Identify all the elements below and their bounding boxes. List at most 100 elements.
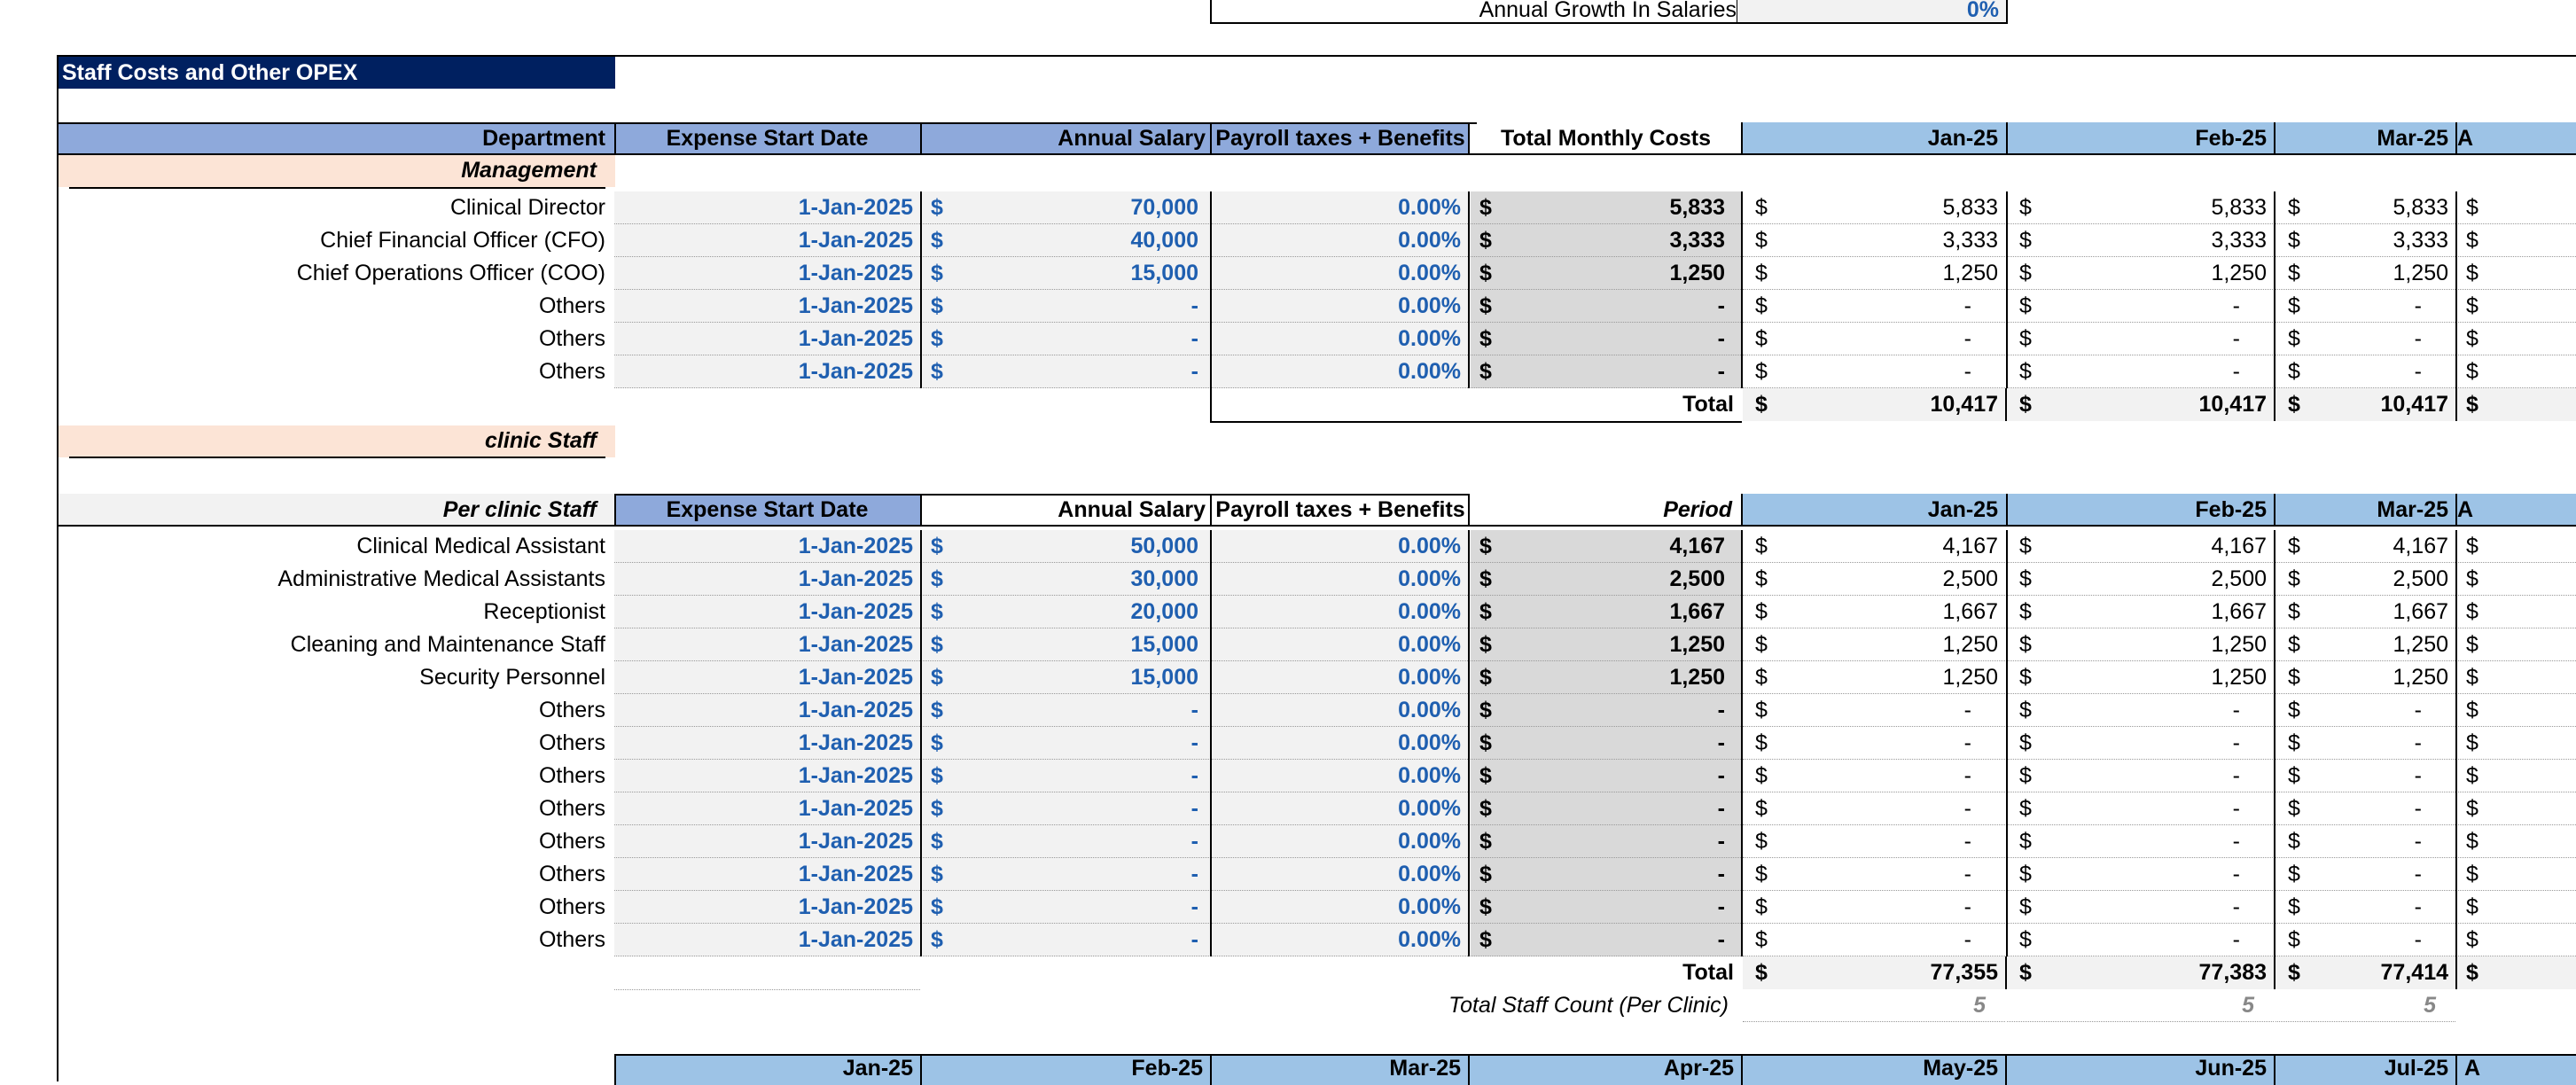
gridline [2455,530,2457,956]
dotted-gridline [1743,1021,2005,1022]
clinic-row-name: Others [538,862,605,886]
clinic-header-payroll-taxes: Payroll taxes + Benefits [1215,497,1465,522]
management-row-annual-salary[interactable]: 70,000 [922,191,1198,224]
management-row-payroll-pct[interactable]: 0.00% [1213,355,1461,388]
clinic-row-payroll-pct[interactable]: 0.00% [1213,727,1461,760]
clinic-row-annual-salary[interactable]: 30,000 [922,563,1198,596]
clinic-row-month-value: - [1963,763,1971,788]
clinic-row-start-date[interactable]: 1-Jan-2025 [614,792,913,825]
clinic-row-payroll-pct[interactable]: 0.00% [1213,858,1461,891]
staff-count-value: 5 [1973,993,1986,1018]
gridline [1210,494,1212,527]
clinic-row-monthly-cost: - [1717,730,1725,755]
bottom-month-header: Jan-25 [842,1056,913,1081]
clinic-row-start-date[interactable]: 1-Jan-2025 [614,530,913,563]
clinic-row-annual-salary[interactable]: - [922,825,1198,858]
clinic-row-payroll-pct[interactable]: 0.00% [1213,661,1461,694]
clinic-row-start-date[interactable]: 1-Jan-2025 [614,661,913,694]
clinic-row-start-date[interactable]: 1-Jan-2025 [614,825,913,858]
growth-value[interactable]: 0% [1737,0,1999,27]
currency-symbol: $ [2466,326,2478,351]
clinic-row-start-date[interactable]: 1-Jan-2025 [614,924,913,956]
clinic-row-payroll-pct[interactable]: 0.00% [1213,530,1461,563]
clinic-row-payroll-pct[interactable]: 0.00% [1213,825,1461,858]
clinic-row-payroll-pct[interactable]: 0.00% [1213,792,1461,825]
clinic-row-start-date[interactable]: 1-Jan-2025 [614,891,913,924]
clinic-row-annual-salary[interactable]: 15,000 [922,628,1198,661]
gridline [1741,191,1743,388]
bottom-month-header: May-25 [1923,1056,1998,1081]
clinic-row-annual-salary[interactable]: - [922,891,1198,924]
management-row-start-date[interactable]: 1-Jan-2025 [614,290,913,323]
clinic-row-start-date[interactable]: 1-Jan-2025 [614,760,913,792]
clinic-row-annual-salary[interactable]: - [922,858,1198,891]
clinic-row-month-value: 1,250 [2393,632,2448,657]
clinic-row-start-date[interactable]: 1-Jan-2025 [614,694,913,727]
clinic-row-name: Others [538,829,605,854]
staff-count-label: Total Staff Count (Per Clinic) [1448,993,1729,1018]
management-row-month-value: - [2232,359,2240,384]
management-row-start-date[interactable]: 1-Jan-2025 [614,257,913,290]
currency-symbol: $ [2466,293,2478,318]
gridline [1468,530,1470,956]
clinic-row-start-date[interactable]: 1-Jan-2025 [614,628,913,661]
clinic-row-monthly-cost: 1,250 [1669,665,1725,690]
clinic-row-start-date[interactable]: 1-Jan-2025 [614,563,913,596]
month-header-feb-25: Feb-25 [2195,126,2267,151]
management-row-annual-salary[interactable]: 40,000 [922,224,1198,257]
management-row-payroll-pct[interactable]: 0.00% [1213,191,1461,224]
management-row-start-date[interactable]: 1-Jan-2025 [614,323,913,355]
clinic-row-payroll-pct[interactable]: 0.00% [1213,760,1461,792]
clinic-row-month-value: - [2232,730,2240,755]
clinic-row-monthly-cost: 2,500 [1669,566,1725,591]
management-row-annual-salary[interactable]: 15,000 [922,257,1198,290]
growth-label: Annual Growth In Salaries [1479,0,1737,22]
clinic-row-start-date[interactable]: 1-Jan-2025 [614,858,913,891]
clinic-row-payroll-pct[interactable]: 0.00% [1213,596,1461,628]
clinic-row-annual-salary[interactable]: - [922,924,1198,956]
clinic-row-payroll-pct[interactable]: 0.00% [1213,924,1461,956]
management-row-start-date[interactable]: 1-Jan-2025 [614,355,913,388]
management-row-annual-salary[interactable]: - [922,290,1198,323]
clinic-row-name: Others [538,894,605,919]
clinic-row-annual-salary[interactable]: 15,000 [922,661,1198,694]
currency-symbol: $ [2466,960,2478,985]
management-row-start-date[interactable]: 1-Jan-2025 [614,191,913,224]
clinic-row-annual-salary[interactable]: - [922,760,1198,792]
clinic-row-month-value: 2,500 [1942,566,1998,591]
currency-symbol: $ [2466,228,2478,253]
gridline [1210,530,1212,956]
clinic-row-payroll-pct[interactable]: 0.00% [1213,563,1461,596]
gridline [920,191,922,388]
management-row-annual-salary[interactable]: - [922,323,1198,355]
clinic-row-payroll-pct[interactable]: 0.00% [1213,628,1461,661]
clinic-row-annual-salary[interactable]: - [922,792,1198,825]
management-row-annual-salary[interactable]: - [922,355,1198,388]
management-row-month-value: - [2414,359,2422,384]
clinic-row-payroll-pct[interactable]: 0.00% [1213,891,1461,924]
clinic-row-monthly-cost: 1,667 [1669,599,1725,624]
clinic-row-name: Others [538,796,605,821]
management-row-start-date[interactable]: 1-Jan-2025 [614,224,913,257]
management-row-payroll-pct[interactable]: 0.00% [1213,323,1461,355]
clinic-row-annual-salary[interactable]: 20,000 [922,596,1198,628]
management-row-month-value: 1,250 [2393,261,2448,285]
group-label-management: Management [461,158,597,183]
clinic-row-start-date[interactable]: 1-Jan-2025 [614,727,913,760]
gridline [614,1054,616,1085]
currency-symbol: $ [2466,392,2478,417]
management-row-payroll-pct[interactable]: 0.00% [1213,257,1461,290]
clinic-row-start-date[interactable]: 1-Jan-2025 [614,596,913,628]
clinic-month-header: Jan-25 [1927,497,1998,522]
management-row-payroll-pct[interactable]: 0.00% [1213,290,1461,323]
clinic-row-annual-salary[interactable]: - [922,727,1198,760]
currency-symbol: $ [2466,534,2478,558]
management-row-payroll-pct[interactable]: 0.00% [1213,224,1461,257]
clinic-row-payroll-pct[interactable]: 0.00% [1213,694,1461,727]
currency-symbol: $ [2466,730,2478,755]
clinic-row-name: Cleaning and Maintenance Staff [290,632,605,657]
gridline [920,530,922,956]
management-row-month-value: 5,833 [1942,195,1998,220]
clinic-row-annual-salary[interactable]: 50,000 [922,530,1198,563]
clinic-row-annual-salary[interactable]: - [922,694,1198,727]
